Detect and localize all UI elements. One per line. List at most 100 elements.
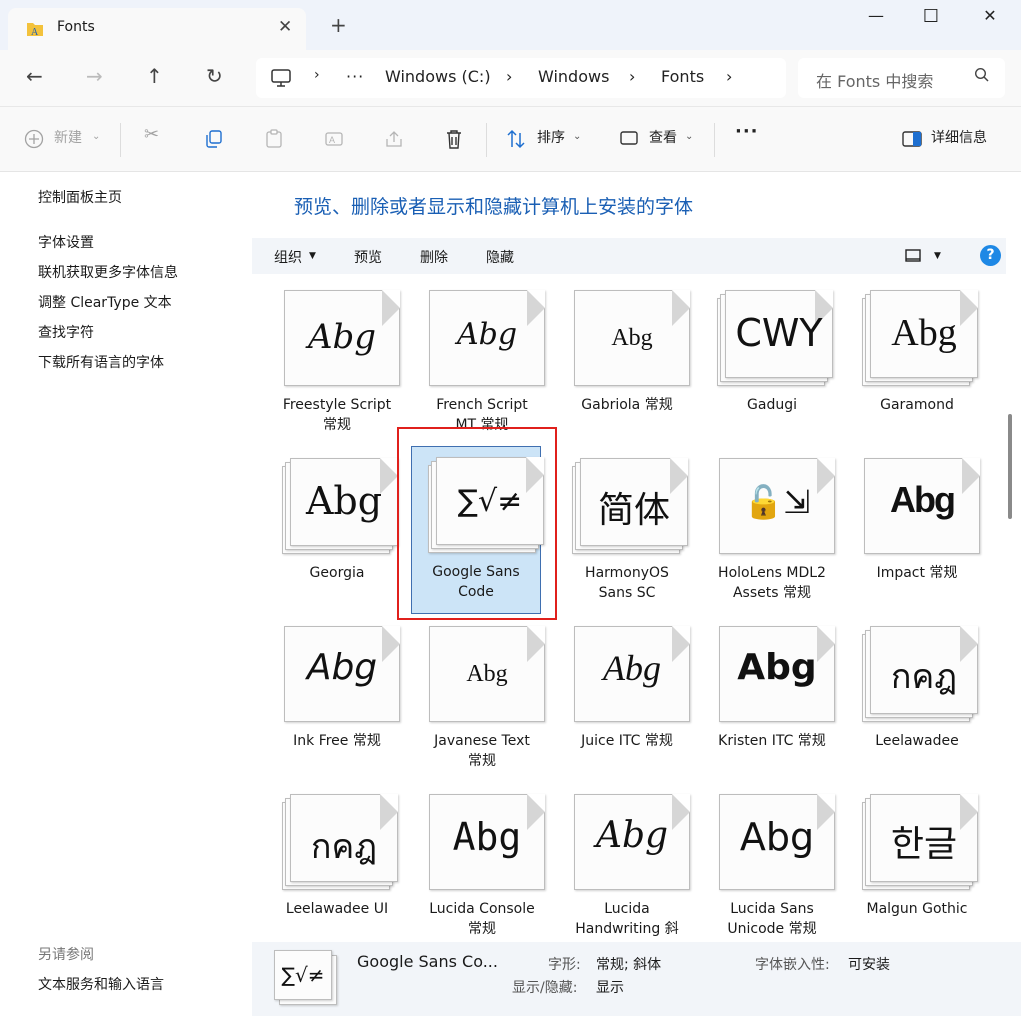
font-file-icon: Abg — [427, 290, 545, 386]
details-button[interactable]: 详细信息 — [931, 127, 987, 147]
font-grid: Abg Freestyle Script 常规 Abg French Script M… — [252, 274, 1001, 942]
font-name: Lucida Handwriting 斜 — [575, 901, 679, 937]
font-name: Garamond — [880, 397, 954, 413]
font-item[interactable]: 한글 Malgun Gothic — [852, 784, 982, 942]
chevron-right-icon[interactable]: › — [726, 67, 732, 86]
font-name: Kristen ITC 常规 — [718, 733, 826, 749]
sort-button[interactable]: 排序 — [537, 127, 565, 147]
details-style-label: 字形: — [548, 957, 581, 973]
sidebar-link-font-settings[interactable]: 字体设置 — [38, 232, 94, 252]
hide-button[interactable]: 隐藏 — [486, 247, 514, 267]
breadcrumb-fonts[interactable]: Fonts — [661, 67, 704, 86]
font-sample-text: 简体 — [597, 490, 670, 531]
close-button[interactable]: ✕ — [967, 6, 1013, 30]
font-item[interactable]: CWY Gadugi — [707, 280, 837, 444]
sidebar-link-find-character[interactable]: 查找字符 — [38, 322, 94, 342]
font-item[interactable]: Abg Ink Free 常规 — [272, 616, 402, 780]
sidebar-link-download-fonts[interactable]: 下载所有语言的字体 — [38, 352, 164, 372]
copy-icon[interactable] — [204, 129, 224, 149]
view-button[interactable]: 查看 — [649, 127, 677, 147]
font-sample-text: Abg — [452, 815, 522, 859]
sidebar-link-cleartype[interactable]: 调整 ClearType 文本 — [38, 292, 172, 312]
dropdown-arrow-icon[interactable]: ▼ — [934, 251, 941, 261]
divider — [714, 123, 715, 157]
font-item[interactable]: Abg Lucida Sans Unicode 常规 — [707, 784, 837, 942]
control-panel-home-link[interactable]: 控制面板主页 — [38, 187, 122, 207]
maximize-button[interactable]: ☐ — [908, 6, 954, 30]
chevron-down-icon: ⌄ — [573, 131, 582, 142]
up-icon[interactable]: ↑ — [146, 64, 163, 88]
command-bar: 新建 ⌄ ✂ A 排序 ⌄ 查看 ⌄ ··· 详细信息 — [0, 106, 1021, 172]
font-item[interactable]: 🔓⇲ HoloLens MDL2 Assets 常规 — [707, 448, 837, 612]
font-item[interactable]: กคฎ Leelawadee UI — [272, 784, 402, 942]
font-item[interactable]: กคฎ Leelawadee — [852, 616, 982, 780]
font-family-icon: 简体 — [572, 458, 690, 554]
new-tab-button[interactable]: + — [330, 13, 347, 37]
more-options-button[interactable]: ··· — [735, 121, 759, 142]
font-name: Freestyle Script 常规 — [282, 397, 392, 433]
share-icon[interactable] — [384, 129, 404, 149]
preview-button[interactable]: 预览 — [354, 247, 382, 267]
rename-icon[interactable]: A — [324, 129, 344, 149]
delete-button[interactable]: 删除 — [420, 247, 448, 267]
font-item[interactable]: Abg Lucida Handwriting 斜 — [562, 784, 692, 942]
font-item[interactable]: Abg Impact 常规 — [852, 448, 982, 612]
tab-fonts[interactable]: A Fonts ✕ — [8, 8, 306, 50]
font-name: Gabriola 常规 — [581, 397, 673, 413]
font-file-icon: Abg — [282, 290, 400, 386]
organize-button[interactable]: 组织 — [274, 247, 302, 267]
details-font-name: Google Sans Co... — [357, 952, 498, 971]
font-item[interactable]: Abg Javanese Text 常规 — [417, 616, 547, 780]
font-sample-text: Abg — [456, 317, 518, 352]
details-visibility-value: 显示 — [596, 980, 624, 996]
back-icon[interactable]: ← — [26, 64, 43, 88]
font-family-icon: CWY — [717, 290, 835, 386]
tab-title: Fonts — [57, 19, 95, 35]
font-item[interactable]: 简体 HarmonyOS Sans SC — [562, 448, 692, 612]
chevron-right-icon: › — [314, 67, 320, 83]
chevron-right-icon: › — [506, 67, 513, 86]
font-file-icon: 🔓⇲ — [717, 458, 835, 554]
search-input[interactable]: 在 Fonts 中搜索 — [816, 68, 933, 92]
font-sample-text: Abg — [595, 815, 669, 856]
font-sample-text: CWY — [735, 311, 823, 355]
font-file-icon: Abg — [572, 290, 690, 386]
chevron-down-icon: ⌄ — [92, 131, 101, 142]
help-icon[interactable]: ? — [980, 245, 1001, 266]
breadcrumb-more-button[interactable]: ··· — [346, 67, 364, 86]
breadcrumb-windows[interactable]: Windows — [538, 67, 609, 86]
paste-icon[interactable] — [264, 129, 284, 149]
breadcrumb-drive[interactable]: Windows (C:) — [385, 67, 491, 86]
font-item[interactable]: Abg Gabriola 常规 — [562, 280, 692, 444]
scrollbar-thumb[interactable] — [1008, 414, 1012, 519]
font-folder-icon: A — [27, 23, 43, 38]
forward-icon[interactable]: → — [86, 64, 103, 88]
delete-icon[interactable] — [444, 128, 464, 150]
minimize-button[interactable]: — — [853, 6, 899, 30]
font-item[interactable]: Abg Georgia — [272, 448, 402, 612]
font-name: Leelawadee UI — [285, 901, 389, 917]
font-item[interactable]: Abg Garamond — [852, 280, 982, 444]
font-name: Gadugi — [747, 397, 797, 413]
sidebar-link-online-font-info[interactable]: 联机获取更多字体信息 — [38, 262, 178, 282]
font-item[interactable]: Abg Lucida Console 常规 — [417, 784, 547, 942]
font-sample-text: 한글 — [890, 824, 958, 865]
address-bar[interactable]: › ··· Windows (C:) › Windows › Fonts › — [256, 58, 786, 98]
font-item[interactable]: Abg Freestyle Script 常规 — [272, 280, 402, 444]
view-mode-icon[interactable] — [905, 249, 921, 263]
font-sample-text: กคฎ — [310, 827, 378, 867]
font-sample-text: Abg — [890, 479, 956, 520]
cut-icon[interactable]: ✂ — [144, 124, 159, 145]
font-item[interactable]: Abg French Script MT 常规 — [417, 280, 547, 444]
new-button[interactable]: 新建 — [54, 127, 82, 147]
vertical-scrollbar[interactable] — [1001, 274, 1021, 942]
search-box[interactable]: 在 Fonts 中搜索 — [798, 58, 1005, 98]
font-name: Lucida Console 常规 — [429, 901, 535, 937]
font-item[interactable]: Abg Kristen ITC 常规 — [707, 616, 837, 780]
font-name: Javanese Text 常规 — [434, 733, 530, 769]
sidebar-link-text-services[interactable]: 文本服务和输入语言 — [38, 974, 164, 994]
font-item[interactable]: Abg Juice ITC 常规 — [562, 616, 692, 780]
refresh-icon[interactable]: ↻ — [206, 64, 223, 88]
computer-icon — [271, 69, 291, 87]
tab-close-icon[interactable]: ✕ — [278, 17, 292, 37]
